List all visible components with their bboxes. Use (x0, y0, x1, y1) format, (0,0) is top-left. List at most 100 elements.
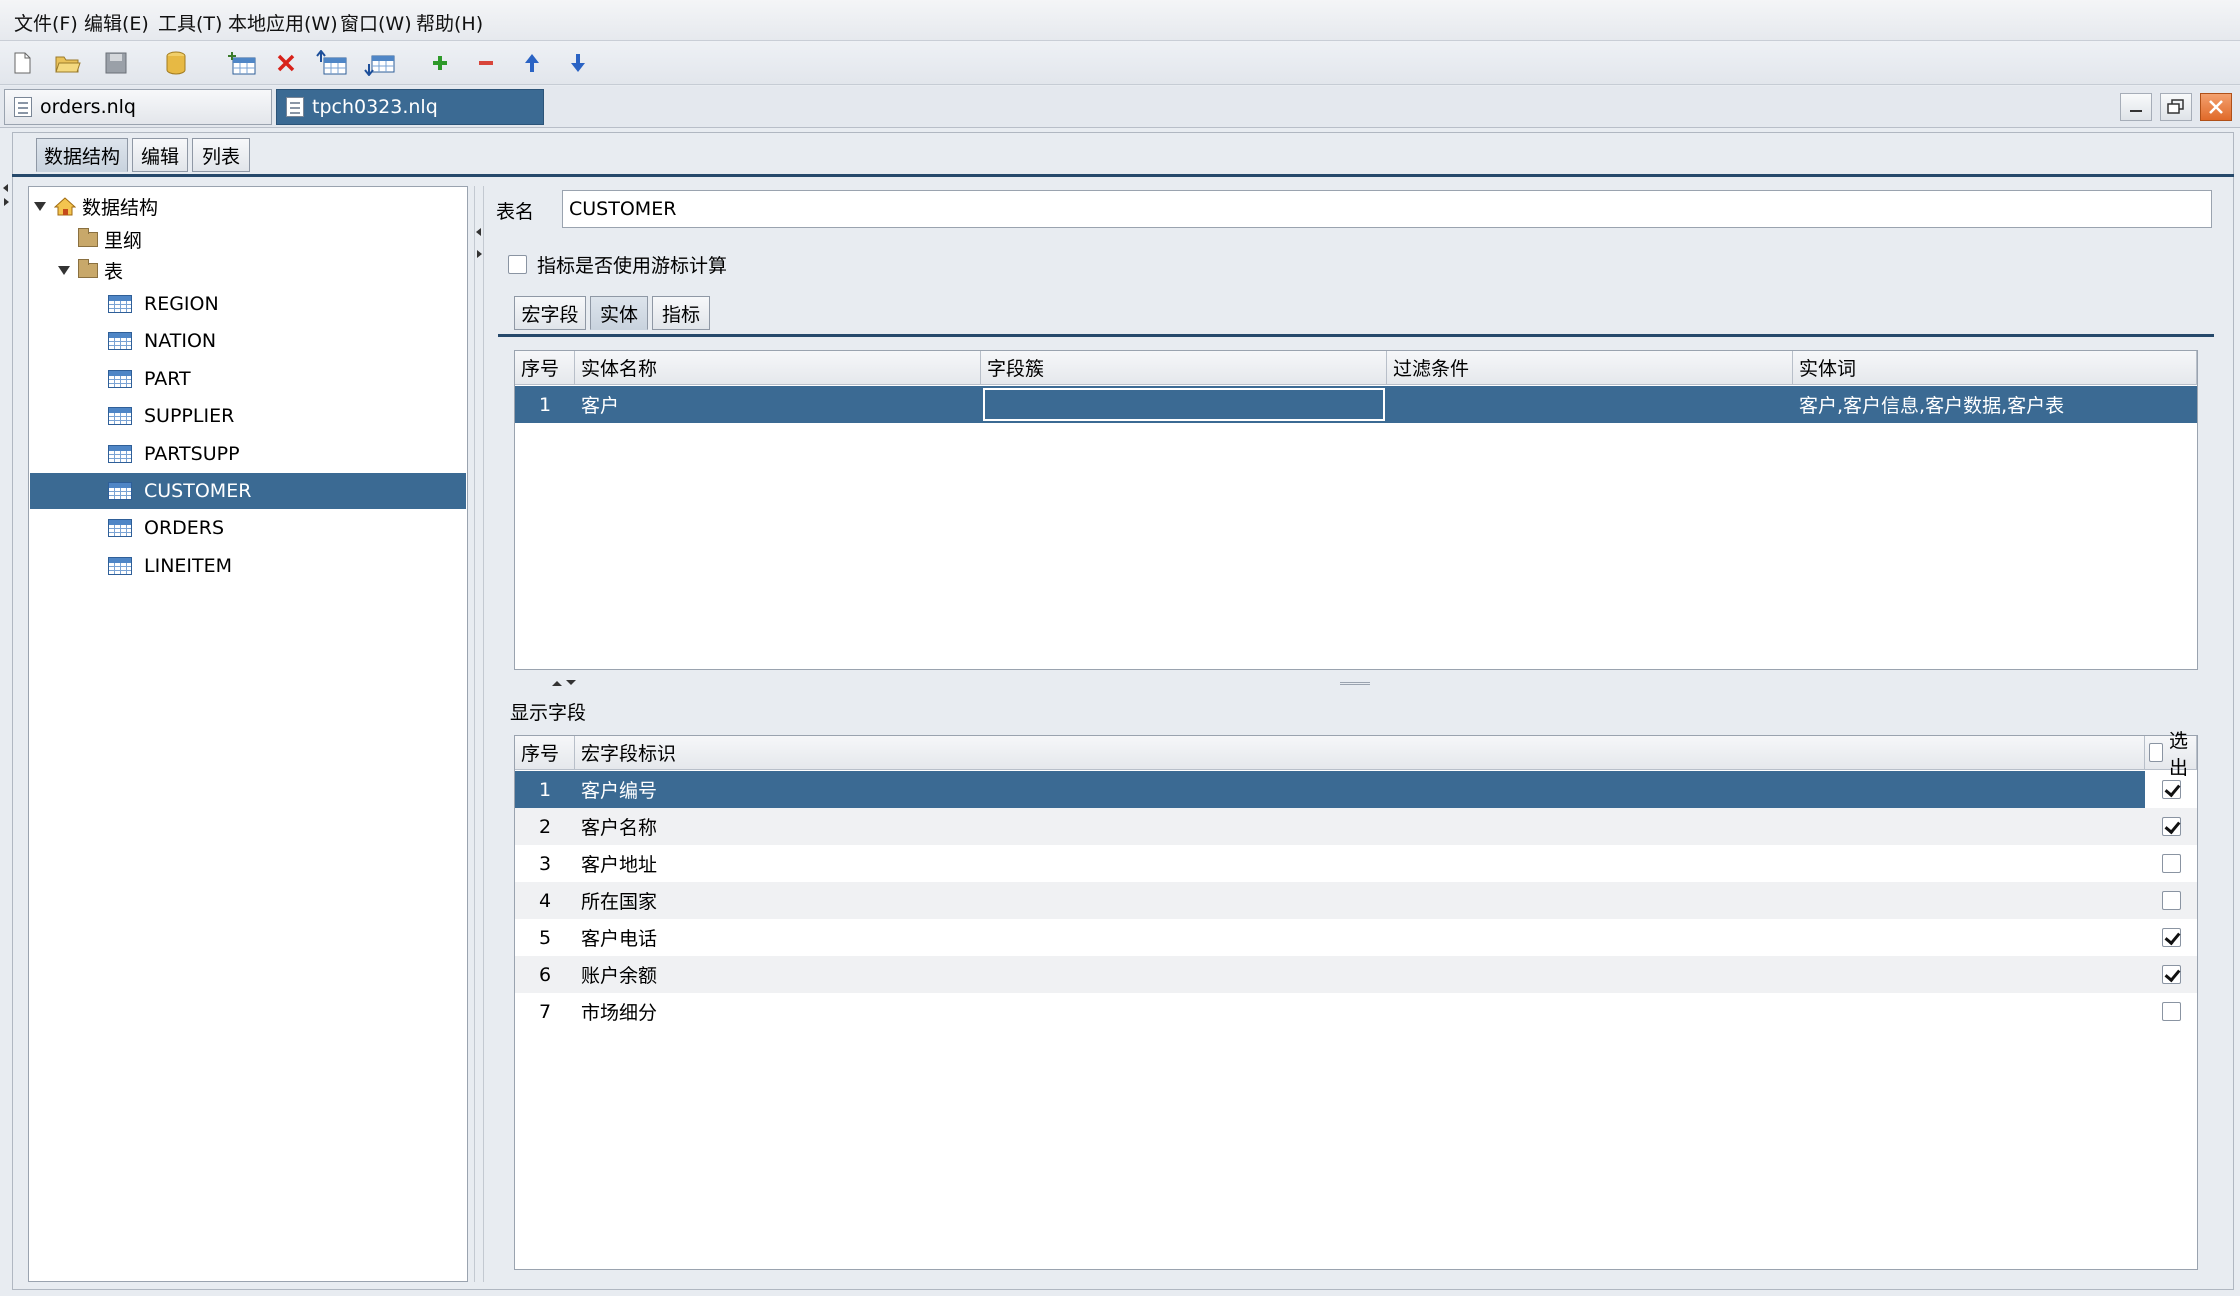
cell-macro-field: 所在国家 (581, 891, 658, 913)
select-checkbox[interactable] (2161, 1002, 2181, 1021)
table-row[interactable]: 5 客户电话 (515, 919, 2197, 956)
tree-table-customer[interactable]: CUSTOMER (30, 473, 466, 509)
column-header-filter[interactable]: 过滤条件 (1387, 351, 1793, 385)
menu-tools[interactable]: 工具(T) (158, 9, 222, 36)
menu-local-apps[interactable]: 本地应用(W) (228, 9, 338, 36)
restore-button[interactable] (2160, 93, 2192, 121)
add-table-icon[interactable] (226, 47, 258, 79)
insert-table-below-icon[interactable] (364, 47, 396, 79)
column-header-entity-words[interactable]: 实体词 (1793, 351, 2197, 385)
column-header-no[interactable]: 序号 (515, 736, 575, 770)
plus-icon[interactable] (424, 47, 456, 79)
cell-no: 7 (538, 1000, 552, 1023)
select-checkbox[interactable] (2161, 891, 2181, 910)
tree-table-partsupp[interactable]: PARTSUPP (108, 436, 240, 472)
table-icon (108, 370, 132, 388)
insert-table-above-icon[interactable] (316, 47, 348, 79)
table-row[interactable]: 6 账户余额 (515, 956, 2197, 993)
table-row[interactable]: 1 客户 客户,客户信息,客户数据,客户表 (515, 386, 2197, 423)
display-fields-title: 显示字段 (510, 702, 587, 724)
database-icon[interactable] (160, 47, 192, 79)
vertical-splitter[interactable] (474, 186, 484, 1282)
tree-table-supplier[interactable]: SUPPLIER (108, 398, 234, 434)
tab-metrics[interactable]: 指标 (652, 296, 710, 330)
menu-edit[interactable]: 编辑(E) (84, 9, 149, 36)
cell-macro-field: 市场细分 (581, 1002, 658, 1024)
tree-table-part[interactable]: PART (108, 361, 191, 397)
structure-tree (28, 186, 468, 1282)
cursor-calc-option[interactable]: 指标是否使用游标计算 (508, 251, 727, 278)
file-tab-orders[interactable]: orders.nlq (4, 89, 272, 125)
horizontal-splitter[interactable] (498, 676, 2214, 690)
tree-root-label: 数据结构 (82, 196, 159, 219)
tree-table-region[interactable]: REGION (108, 286, 219, 322)
left-collapse-handle[interactable] (2, 182, 10, 210)
cell-entity-words[interactable]: 客户,客户信息,客户数据,客户表 (1793, 386, 2197, 423)
tab-entity[interactable]: 实体 (590, 296, 648, 330)
column-header-select[interactable]: 选出 (2145, 730, 2197, 779)
expand-arrow-icon[interactable] (58, 265, 70, 275)
select-checkbox[interactable] (2161, 854, 2181, 873)
tree-root[interactable]: 数据结构 (34, 188, 434, 224)
table-row[interactable]: 4 所在国家 (515, 882, 2197, 919)
cell-macro-field: 客户编号 (581, 780, 658, 802)
select-cell (2145, 808, 2197, 845)
column-header-no[interactable]: 序号 (515, 351, 575, 385)
tab-macro-fields[interactable]: 宏字段 (514, 296, 586, 330)
select-all-checkbox[interactable] (2149, 743, 2164, 762)
column-header-macro-field[interactable]: 宏字段标识 (575, 736, 2145, 770)
select-checkbox[interactable] (2161, 780, 2181, 799)
minimize-icon (2130, 110, 2142, 112)
open-folder-icon[interactable] (52, 47, 84, 79)
table-row[interactable]: 7 市场细分 (515, 993, 2197, 1030)
menu-window[interactable]: 窗口(W) (340, 9, 412, 36)
move-down-icon[interactable] (562, 47, 594, 79)
folder-icon (78, 258, 98, 278)
select-checkbox[interactable] (2161, 965, 2181, 984)
cell-entity-name[interactable]: 客户 (575, 386, 981, 423)
menu-file[interactable]: 文件(F) (14, 9, 78, 36)
table-row[interactable]: 3 客户地址 (515, 845, 2197, 882)
select-checkbox[interactable] (2161, 817, 2181, 836)
expand-arrow-icon[interactable] (34, 201, 46, 211)
select-cell (2145, 993, 2197, 1030)
tree-table-label: ORDERS (144, 517, 225, 539)
restore-icon (2167, 99, 2184, 114)
minimize-button[interactable] (2120, 93, 2152, 121)
cell-macro-field: 账户余额 (581, 965, 658, 987)
tab-list[interactable]: 列表 (192, 138, 250, 172)
cell-no: 3 (538, 852, 552, 875)
tree-table-label: PART (144, 368, 191, 390)
table-row[interactable]: 2 客户名称 (515, 808, 2197, 845)
select-cell (2145, 882, 2197, 919)
tab-data-structure[interactable]: 数据结构 (36, 138, 128, 172)
tab-edit[interactable]: 编辑 (132, 138, 188, 172)
tree-table-nation[interactable]: NATION (108, 323, 216, 359)
file-tab-tpch0323[interactable]: tpch0323.nlq (276, 89, 544, 125)
table-icon (108, 332, 132, 350)
table-icon (108, 445, 132, 463)
delete-icon[interactable] (270, 47, 302, 79)
table-name-field[interactable]: CUSTOMER (562, 190, 2212, 228)
cell-field-cluster-editor[interactable] (983, 388, 1385, 421)
table-icon (108, 519, 132, 537)
tree-table-lineitem[interactable]: LINEITEM (108, 548, 232, 584)
tree-item-label: 里纲 (104, 229, 143, 252)
cell-filter[interactable] (1387, 386, 1793, 423)
new-file-icon[interactable] (6, 47, 38, 79)
column-header-field-cluster[interactable]: 字段簇 (981, 351, 1387, 385)
tree-item-tables[interactable]: 表 (58, 252, 123, 288)
minus-icon[interactable] (470, 47, 502, 79)
move-up-icon[interactable] (516, 47, 548, 79)
close-button[interactable] (2200, 93, 2232, 121)
tree-table-orders[interactable]: ORDERS (108, 510, 224, 546)
select-checkbox[interactable] (2161, 928, 2181, 947)
cursor-calc-checkbox[interactable] (508, 255, 527, 274)
save-icon[interactable] (100, 47, 132, 79)
subtab-underline (498, 334, 2214, 337)
cell-no: 2 (538, 815, 552, 838)
column-header-entity-name[interactable]: 实体名称 (575, 351, 981, 385)
table-name-label: 表名 (496, 201, 535, 223)
table-row[interactable]: 1 客户编号 (515, 771, 2145, 808)
menu-help[interactable]: 帮助(H) (416, 9, 483, 36)
